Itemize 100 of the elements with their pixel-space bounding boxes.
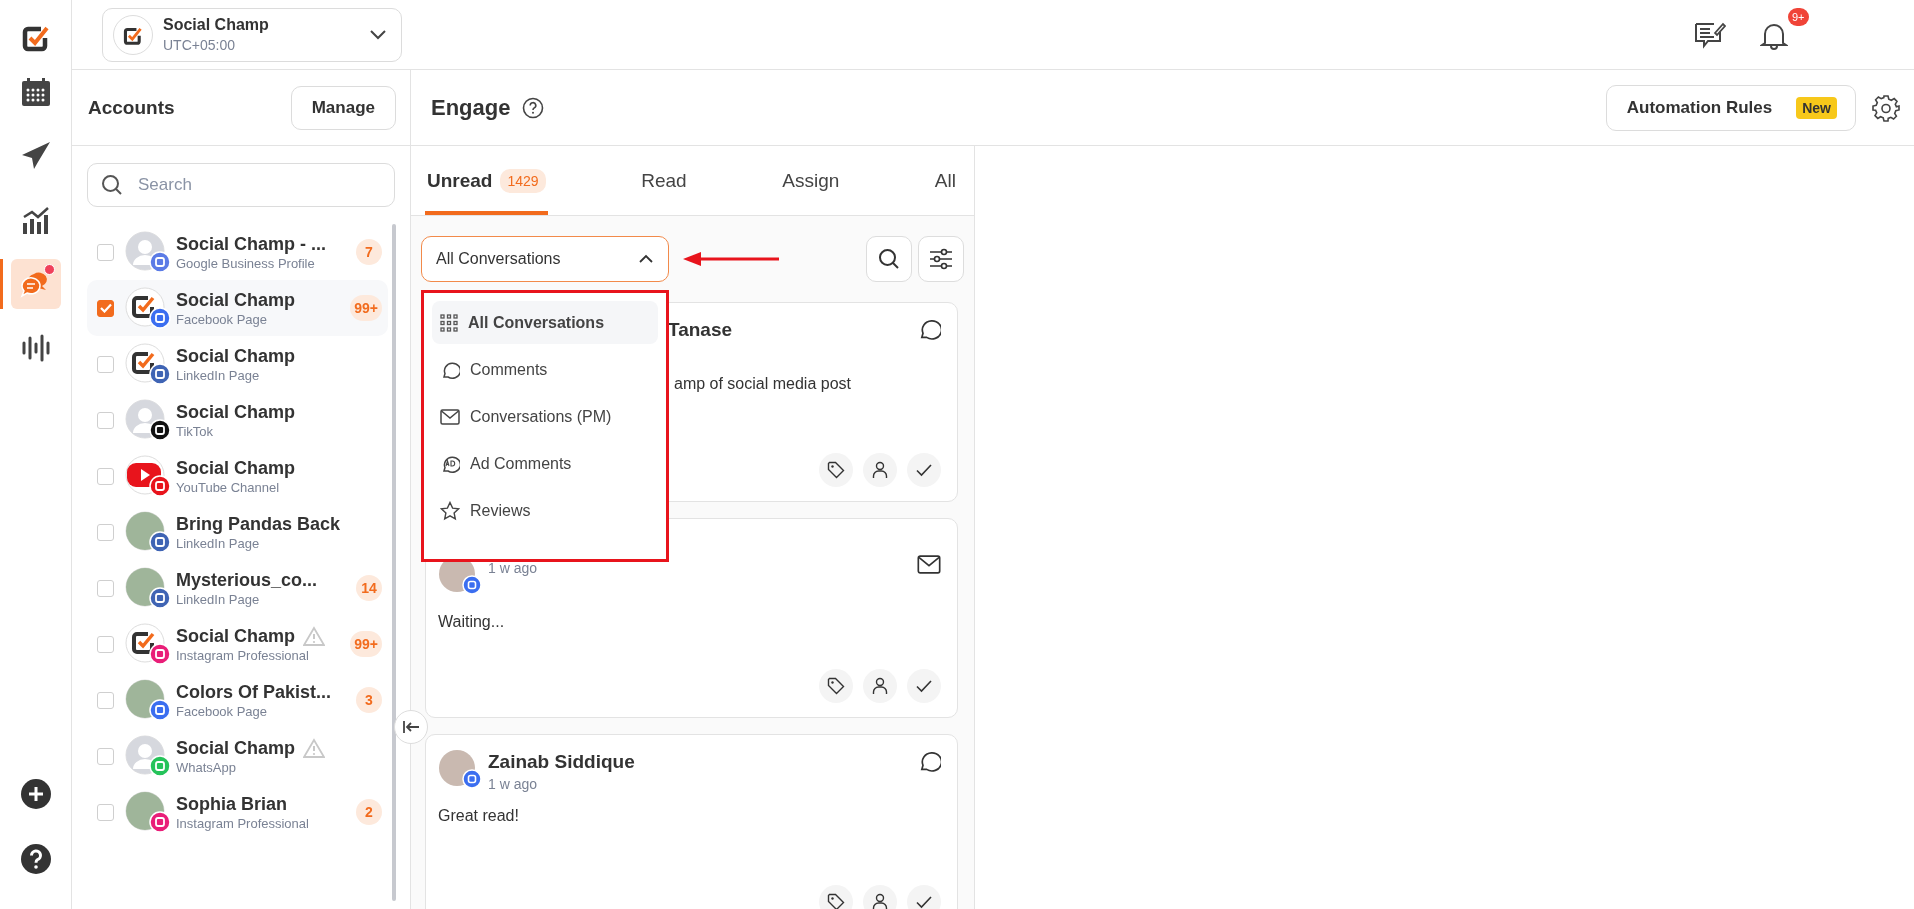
account-name: Social Champ (176, 401, 296, 423)
sliders-icon (929, 248, 953, 270)
account-item-selected[interactable]: Social Champ Facebook Page 99+ (87, 280, 388, 336)
filter-button[interactable] (918, 236, 964, 282)
conversation-card[interactable]: 1 w ago Waiting... (425, 518, 958, 718)
message-text: Great read! (438, 807, 520, 825)
menu-item[interactable]: Conversations (PM) (432, 395, 658, 438)
checkbox[interactable] (97, 355, 114, 373)
menu-item-label: All Conversations (468, 313, 605, 332)
account-item[interactable]: Sophia Brian Instagram Professional 2 (87, 784, 388, 840)
assign-button[interactable] (863, 669, 897, 703)
conversation-type-dropdown[interactable]: All Conversations (421, 236, 669, 282)
tag-button[interactable] (819, 669, 853, 703)
user-name: Tanase (668, 319, 733, 341)
account-avatar (125, 455, 171, 497)
help-icon[interactable] (20, 844, 51, 874)
account-type: TikTok (176, 423, 215, 439)
tab[interactable]: Assign (780, 146, 842, 215)
notification-count: 9+ (1788, 7, 1809, 26)
menu-item-label: Reviews (470, 501, 531, 520)
timestamp: 1 w ago (488, 560, 538, 576)
user-name: Zainab Siddique (488, 751, 635, 773)
search-icon (101, 174, 123, 196)
tab[interactable]: All (932, 146, 958, 215)
menu-item[interactable]: Comments (432, 348, 658, 391)
menu-item-label: Conversations (PM) (470, 407, 612, 426)
automation-rules-button[interactable]: Automation Rules New (1605, 84, 1856, 131)
unread-count: 14 (356, 575, 382, 601)
account-type: Facebook Page (176, 703, 269, 719)
tag-button[interactable] (819, 453, 853, 487)
checkbox[interactable] (97, 523, 114, 541)
grid-icon (440, 313, 458, 332)
account-type: LinkedIn Page (176, 591, 261, 607)
account-type: Instagram Professional (176, 647, 310, 663)
account-item[interactable]: Mysterious_co... LinkedIn Page 14 (87, 560, 388, 616)
page-title: Engage (431, 94, 511, 121)
chevron-down-icon (369, 28, 387, 41)
checkbox[interactable] (97, 691, 114, 709)
account-item[interactable]: Social Champ LinkedIn Page (87, 336, 388, 392)
manage-button[interactable]: Manage (290, 85, 396, 130)
account-avatar (125, 679, 171, 721)
account-type: Instagram Professional (176, 815, 310, 831)
paper-plane-icon (20, 141, 51, 171)
conversation-card[interactable]: Zainab Siddique 1 w ago Great read! (425, 734, 958, 909)
account-name: Bring Pandas Back (176, 513, 341, 535)
mark-done-button[interactable] (907, 453, 941, 487)
waveform-icon (20, 333, 51, 363)
assign-button[interactable] (863, 453, 897, 487)
search-field[interactable]: Search (87, 163, 395, 207)
bar-chart-icon (20, 205, 51, 235)
checkbox[interactable] (97, 803, 114, 821)
account-type: Facebook Page (176, 311, 269, 327)
checkbox[interactable] (97, 579, 114, 597)
add-icon[interactable] (20, 779, 51, 809)
brand-name: Social Champ (163, 16, 270, 34)
new-badge: New (1796, 96, 1837, 119)
account-avatar (125, 567, 171, 609)
account-item[interactable]: Colors Of Pakist... Facebook Page 3 (87, 672, 388, 728)
checkbox[interactable] (97, 411, 114, 429)
account-avatar (125, 287, 171, 329)
timestamp: 1 w ago (488, 776, 539, 792)
unread-count: 7 (356, 239, 382, 265)
account-type: YouTube Channel (176, 479, 281, 495)
timezone: UTC+05:00 (163, 37, 236, 53)
search-icon (878, 248, 900, 270)
account-item[interactable]: Social Champ - ... Google Business Profile 7 (87, 224, 388, 280)
checkbox[interactable] (97, 467, 114, 485)
help-icon[interactable] (522, 96, 545, 119)
settings-icon[interactable] (1872, 93, 1900, 122)
assign-button[interactable] (863, 885, 897, 909)
account-avatar (125, 511, 171, 553)
account-selector[interactable]: Social Champ UTC+05:00 (102, 7, 402, 62)
account-name: Mysterious_co... (176, 569, 318, 591)
collapse-arrow-icon (402, 720, 420, 734)
account-item[interactable]: Social Champ TikTok (87, 392, 388, 448)
account-item[interactable]: Social Champ Instagram Professional 99+ (87, 616, 388, 672)
tag-button[interactable] (819, 885, 853, 909)
mark-done-button[interactable] (907, 885, 941, 909)
account-type: LinkedIn Page (176, 535, 261, 551)
account-item[interactable]: Bring Pandas Back LinkedIn Page (87, 504, 388, 560)
account-name: Social Champ (176, 625, 296, 647)
count-badge: 1429 (500, 168, 546, 193)
tab[interactable]: Read (639, 146, 689, 215)
checkbox[interactable] (97, 299, 114, 317)
menu-item-selected[interactable]: All Conversations (432, 301, 658, 344)
checkbox[interactable] (97, 747, 114, 765)
checkmark-icon (99, 303, 112, 313)
checkbox[interactable] (97, 635, 114, 653)
account-name: Sophia Brian (176, 793, 287, 815)
account-avatar (125, 231, 171, 273)
account-item[interactable]: Social Champ YouTube Channel (87, 448, 388, 504)
unread-count: 2 (356, 799, 382, 825)
account-item[interactable]: Social Champ WhatsApp (87, 728, 388, 784)
search-button[interactable] (866, 236, 912, 282)
checkbox[interactable] (97, 243, 114, 261)
account-avatar (125, 735, 171, 777)
account-name: Social Champ (176, 457, 296, 479)
menu-item[interactable]: Ad Comments (432, 442, 658, 485)
mark-done-button[interactable] (907, 669, 941, 703)
tag-icon (827, 461, 845, 479)
